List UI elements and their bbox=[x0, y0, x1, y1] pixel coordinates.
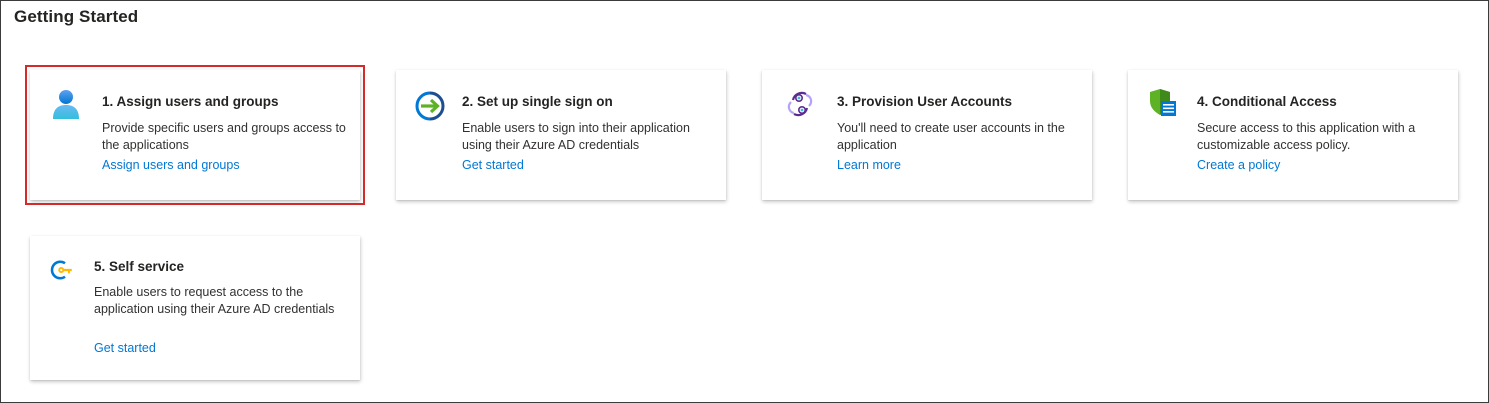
card-title: 1. Assign users and groups bbox=[102, 94, 279, 109]
card-provision-user-accounts[interactable]: 3. Provision User Accounts You'll need t… bbox=[762, 70, 1092, 200]
section-title: Getting Started bbox=[14, 7, 139, 26]
card-title: 2. Set up single sign on bbox=[462, 94, 613, 109]
card-description: You'll need to create user accounts in t… bbox=[837, 121, 1065, 152]
card-description: Secure access to this application with a… bbox=[1197, 121, 1416, 152]
card-description: Provide specific users and groups access… bbox=[102, 121, 346, 152]
shield-policy-icon bbox=[1146, 87, 1178, 119]
provisioning-sync-icon bbox=[784, 88, 816, 120]
create-policy-link[interactable]: Create a policy bbox=[1197, 158, 1280, 172]
card-title: 4. Conditional Access bbox=[1197, 94, 1337, 109]
getting-started-panel: Getting Started 1. Assign users and grou… bbox=[0, 0, 1489, 403]
self-service-get-started-link[interactable]: Get started bbox=[94, 341, 156, 355]
card-assign-users-and-groups[interactable]: 1. Assign users and groups Provide speci… bbox=[25, 65, 365, 205]
card-title: 3. Provision User Accounts bbox=[837, 94, 1013, 109]
self-service-key-icon bbox=[50, 258, 74, 282]
card-description: Enable users to request access to the ap… bbox=[94, 285, 335, 316]
card-title: 5. Self service bbox=[94, 259, 185, 274]
card-self-service[interactable]: 5. Self service Enable users to request … bbox=[30, 236, 360, 380]
card-conditional-access[interactable]: 4. Conditional Access Secure access to t… bbox=[1128, 70, 1458, 200]
provision-learn-more-link[interactable]: Learn more bbox=[837, 158, 901, 172]
card-single-sign-on[interactable]: 2. Set up single sign on Enable users to… bbox=[396, 70, 726, 200]
assign-users-and-groups-link[interactable]: Assign users and groups bbox=[102, 158, 240, 172]
sign-in-arrow-icon bbox=[414, 90, 446, 122]
user-icon bbox=[50, 88, 82, 120]
card-description: Enable users to sign into their applicat… bbox=[462, 121, 690, 152]
single-sign-on-get-started-link[interactable]: Get started bbox=[462, 158, 524, 172]
